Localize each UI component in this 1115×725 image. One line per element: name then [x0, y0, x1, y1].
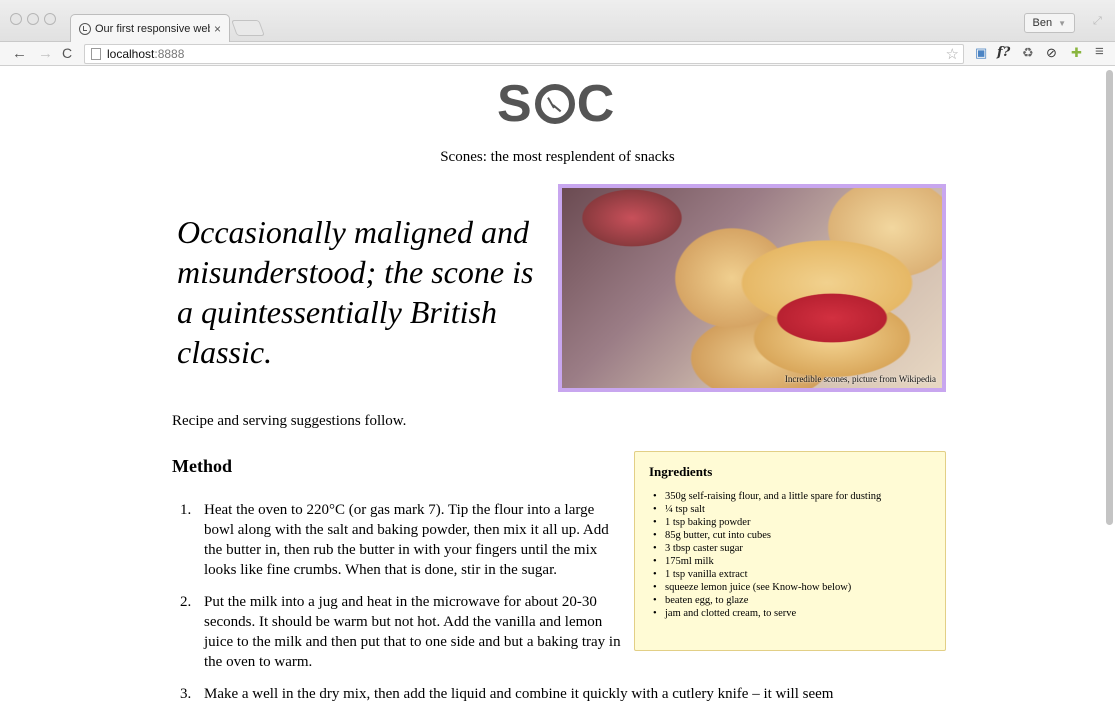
intro-text: Recipe and serving suggestions follow.	[172, 413, 407, 429]
list-item: 1. Heat the oven to 220°C (or gas mark 7…	[180, 502, 609, 578]
address-bar[interactable]: localhost :8888 ☆	[84, 44, 964, 64]
list-item: 85g butter, cut into cubes	[653, 529, 931, 542]
tab-close-icon[interactable]: ×	[214, 22, 221, 36]
minimize-window-button[interactable]	[27, 13, 39, 25]
page-icon	[91, 48, 101, 60]
hero-image: Incredible scones, picture from Wikipedi…	[558, 184, 946, 392]
list-item: 1 tsp baking powder	[653, 516, 931, 529]
browser-toolbar: ← → C localhost :8888 ☆ ▣ f? ♻ ⊘ ✚ ≡	[0, 42, 1115, 66]
list-item: squeeze lemon juice (see Know-how below)	[653, 581, 931, 594]
window-controls	[10, 13, 56, 25]
url-port: :8888	[154, 47, 185, 61]
ingredients-heading: Ingredients	[649, 464, 713, 479]
site-logo[interactable]: S C	[497, 78, 623, 130]
list-item: 350g self-raising flour, and a little sp…	[653, 490, 931, 503]
favicon-icon	[79, 22, 91, 35]
method-steps: 1. Heat the oven to 220°C (or gas mark 7…	[172, 500, 833, 716]
extension-calendar-icon[interactable]: ▣	[975, 45, 987, 61]
forward-arrow-icon[interactable]: →	[38, 45, 53, 62]
extension-font-icon[interactable]: f?	[997, 45, 1010, 60]
extension-recycle-icon[interactable]: ♻	[1022, 45, 1034, 61]
scrollbar[interactable]	[1106, 70, 1113, 525]
page-viewport: S C Scones: the most resplendent of snac…	[0, 67, 1115, 725]
browser-titlebar: Our first responsive web p × Ben ▼ ⤢	[0, 0, 1115, 42]
browser-tab[interactable]: Our first responsive web p ×	[70, 14, 230, 42]
list-item: ¼ tsp salt	[653, 503, 931, 516]
zoom-window-button[interactable]	[44, 13, 56, 25]
star-icon[interactable]: ☆	[946, 45, 959, 63]
list-item: beaten egg, to glaze	[653, 594, 931, 607]
profile-name: Ben	[1032, 17, 1053, 29]
list-item: 3. Make a well in the dry mix, then add …	[180, 686, 834, 702]
reload-icon[interactable]: C	[62, 45, 72, 61]
ingredients-list: 350g self-raising flour, and a little sp…	[649, 490, 931, 620]
extension-android-icon[interactable]: ✚	[1071, 45, 1082, 61]
lede-text: Occasionally maligned and misunderstood;…	[177, 214, 534, 370]
tab-title: Our first responsive web p	[95, 22, 210, 35]
list-item: 175ml milk	[653, 555, 931, 568]
method-heading: Method	[172, 456, 232, 476]
close-window-button[interactable]	[10, 13, 22, 25]
list-item: 2. Put the milk into a jug and heat in t…	[180, 594, 621, 670]
list-item: jam and clotted cream, to serve	[653, 607, 931, 620]
new-tab-button[interactable]	[231, 20, 265, 36]
chevron-down-icon: ▼	[1058, 18, 1066, 28]
clock-icon	[534, 84, 575, 124]
extension-block-icon[interactable]: ⊘	[1046, 45, 1057, 61]
back-arrow-icon[interactable]: ←	[12, 45, 27, 62]
hamburger-menu-icon[interactable]: ≡	[1095, 43, 1104, 60]
list-item: 3 tbsp caster sugar	[653, 542, 931, 555]
url-host: localhost	[107, 47, 155, 61]
tagline: Scones: the most resplendent of snacks	[440, 149, 675, 165]
list-item: 1 tsp vanilla extract	[653, 568, 931, 581]
profile-button[interactable]: Ben ▼	[1023, 13, 1075, 33]
fullscreen-icon[interactable]: ⤢	[1093, 15, 1105, 27]
ingredients-box: Ingredients 350g self-raising flour, and…	[634, 451, 946, 651]
hero-caption: Incredible scones, picture from Wikipedi…	[784, 374, 936, 384]
